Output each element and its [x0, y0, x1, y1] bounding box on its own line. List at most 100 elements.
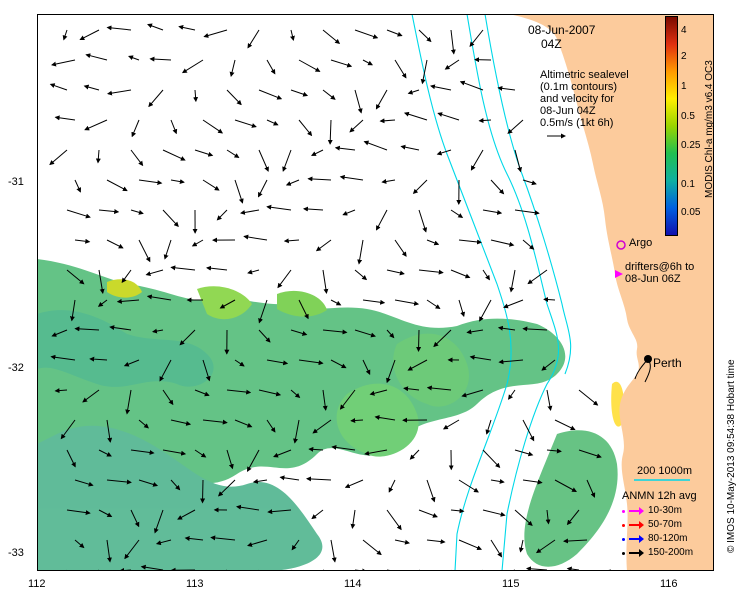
legend-arrow-icon: [629, 549, 644, 557]
velocity-arrow: [234, 119, 257, 128]
velocity-arrow: [74, 238, 91, 244]
velocity-arrow: [247, 269, 260, 275]
velocity-arrow: [514, 149, 523, 173]
legend-dot-icon: [622, 523, 625, 527]
velocity-arrow: [546, 389, 553, 411]
velocity-arrow: [554, 419, 576, 431]
lat-tick-label: -33: [8, 547, 24, 559]
anmn-legend-label: 150-200m: [648, 547, 694, 558]
velocity-arrow: [394, 59, 407, 79]
velocity-arrow: [131, 119, 140, 138]
velocity-arrow: [83, 84, 100, 91]
velocity-arrow: [543, 297, 556, 303]
velocity-arrow: [203, 29, 228, 38]
velocity-arrow: [95, 149, 101, 164]
velocity-arrow: [79, 29, 100, 41]
velocity-arrow: [181, 59, 204, 74]
velocity-arrow: [508, 389, 516, 400]
colorbar-tick-label: 0.5: [681, 111, 695, 122]
velocity-arrow: [344, 479, 364, 489]
velocity-arrow: [330, 539, 337, 563]
velocity-arrow: [503, 299, 524, 309]
velocity-arrow: [194, 149, 214, 157]
velocity-arrow: [206, 265, 228, 271]
legend-arrow-icon: [629, 535, 644, 543]
velocity-arrow: [418, 209, 428, 233]
chlorophyll-patches: [37, 259, 624, 571]
velocity-arrow: [376, 209, 388, 231]
anmn-legend-title: ANMN 12h avg: [622, 490, 697, 502]
place-label-perth: Perth: [653, 356, 682, 370]
velocity-arrow: [258, 179, 268, 198]
velocity-arrow: [507, 119, 524, 134]
lon-tick-label: 116: [660, 578, 678, 590]
velocity-arrow: [247, 29, 260, 49]
velocity-arrow: [66, 209, 91, 219]
velocity-arrow: [283, 238, 300, 244]
velocity-arrow: [74, 179, 82, 193]
velocity-arrow: [450, 209, 464, 218]
velocity-arrow: [450, 569, 452, 571]
velocity-arrow: [84, 119, 108, 131]
velocity-arrow: [191, 239, 204, 247]
velocity-arrow: [482, 449, 501, 469]
velocity-arrow: [479, 299, 492, 322]
velocity-arrow: [527, 269, 548, 285]
velocity-arrow: [482, 209, 503, 215]
velocity-arrow: [49, 83, 68, 91]
velocity-arrow: [458, 299, 466, 318]
velocity-arrow: [138, 179, 163, 186]
velocity-arrow: [444, 59, 460, 70]
velocity-arrow: [266, 119, 279, 126]
velocity-arrow: [482, 269, 490, 281]
velocity-arrow: [426, 479, 436, 503]
velocity-arrow: [394, 539, 410, 545]
velocity-arrow: [437, 112, 460, 121]
velocity-arrow: [258, 149, 269, 172]
velocity-arrow: [311, 149, 324, 156]
velocity-arrow: [54, 115, 76, 121]
velocity-arrow: [243, 234, 268, 241]
velocity-arrow: [322, 569, 327, 571]
velocity-arrow: [327, 119, 333, 145]
colorbar-tick-label: 0.1: [681, 179, 695, 190]
velocity-arrow: [388, 479, 396, 493]
colorbar-tick-label: 1: [681, 81, 687, 92]
velocity-arrow: [315, 239, 332, 252]
velocity-arrow: [379, 118, 396, 124]
velocity-arrow: [145, 269, 164, 277]
velocity-arrow: [334, 145, 356, 151]
velocity-arrow: [330, 299, 342, 306]
velocity-arrow: [490, 179, 505, 195]
velocity-arrow: [514, 449, 534, 457]
velocity-arrow: [426, 539, 446, 545]
colorbar-label: MODIS Chl-a mg/m3 v6.4 OC3: [704, 60, 715, 198]
velocity-arrow: [354, 89, 363, 114]
lat-tick-label: -31: [8, 176, 24, 188]
chlorophyll-colorbar: [665, 16, 678, 236]
velocity-arrow: [450, 29, 456, 55]
velocity-arrow: [119, 567, 132, 571]
velocity-arrow: [162, 209, 179, 228]
velocity-arrow: [412, 179, 428, 195]
velocity-arrow: [266, 59, 276, 75]
anmn-legend-label: 50-70m: [648, 519, 682, 530]
velocity-arrow: [216, 209, 228, 221]
velocity-arrow: [170, 119, 178, 135]
velocity-arrow: [85, 53, 108, 61]
legend-dot-icon: [622, 551, 625, 555]
velocity-arrow: [490, 478, 505, 484]
velocity-arrow: [442, 419, 460, 430]
velocity-arrow: [386, 29, 403, 37]
velocity-arrow: [277, 269, 292, 289]
velocity-arrow: [298, 59, 321, 72]
velocity-arrow: [307, 176, 332, 182]
argo-label: Argo: [629, 237, 653, 249]
velocity-arrow: [426, 239, 440, 246]
velocity-arrow: [469, 29, 484, 47]
lon-tick-label: 114: [344, 578, 362, 590]
velocity-arrow: [450, 508, 465, 514]
velocity-arrow: [229, 59, 236, 77]
map-date: 08-Jun-2007: [528, 23, 596, 37]
velocity-arrow: [311, 509, 324, 520]
